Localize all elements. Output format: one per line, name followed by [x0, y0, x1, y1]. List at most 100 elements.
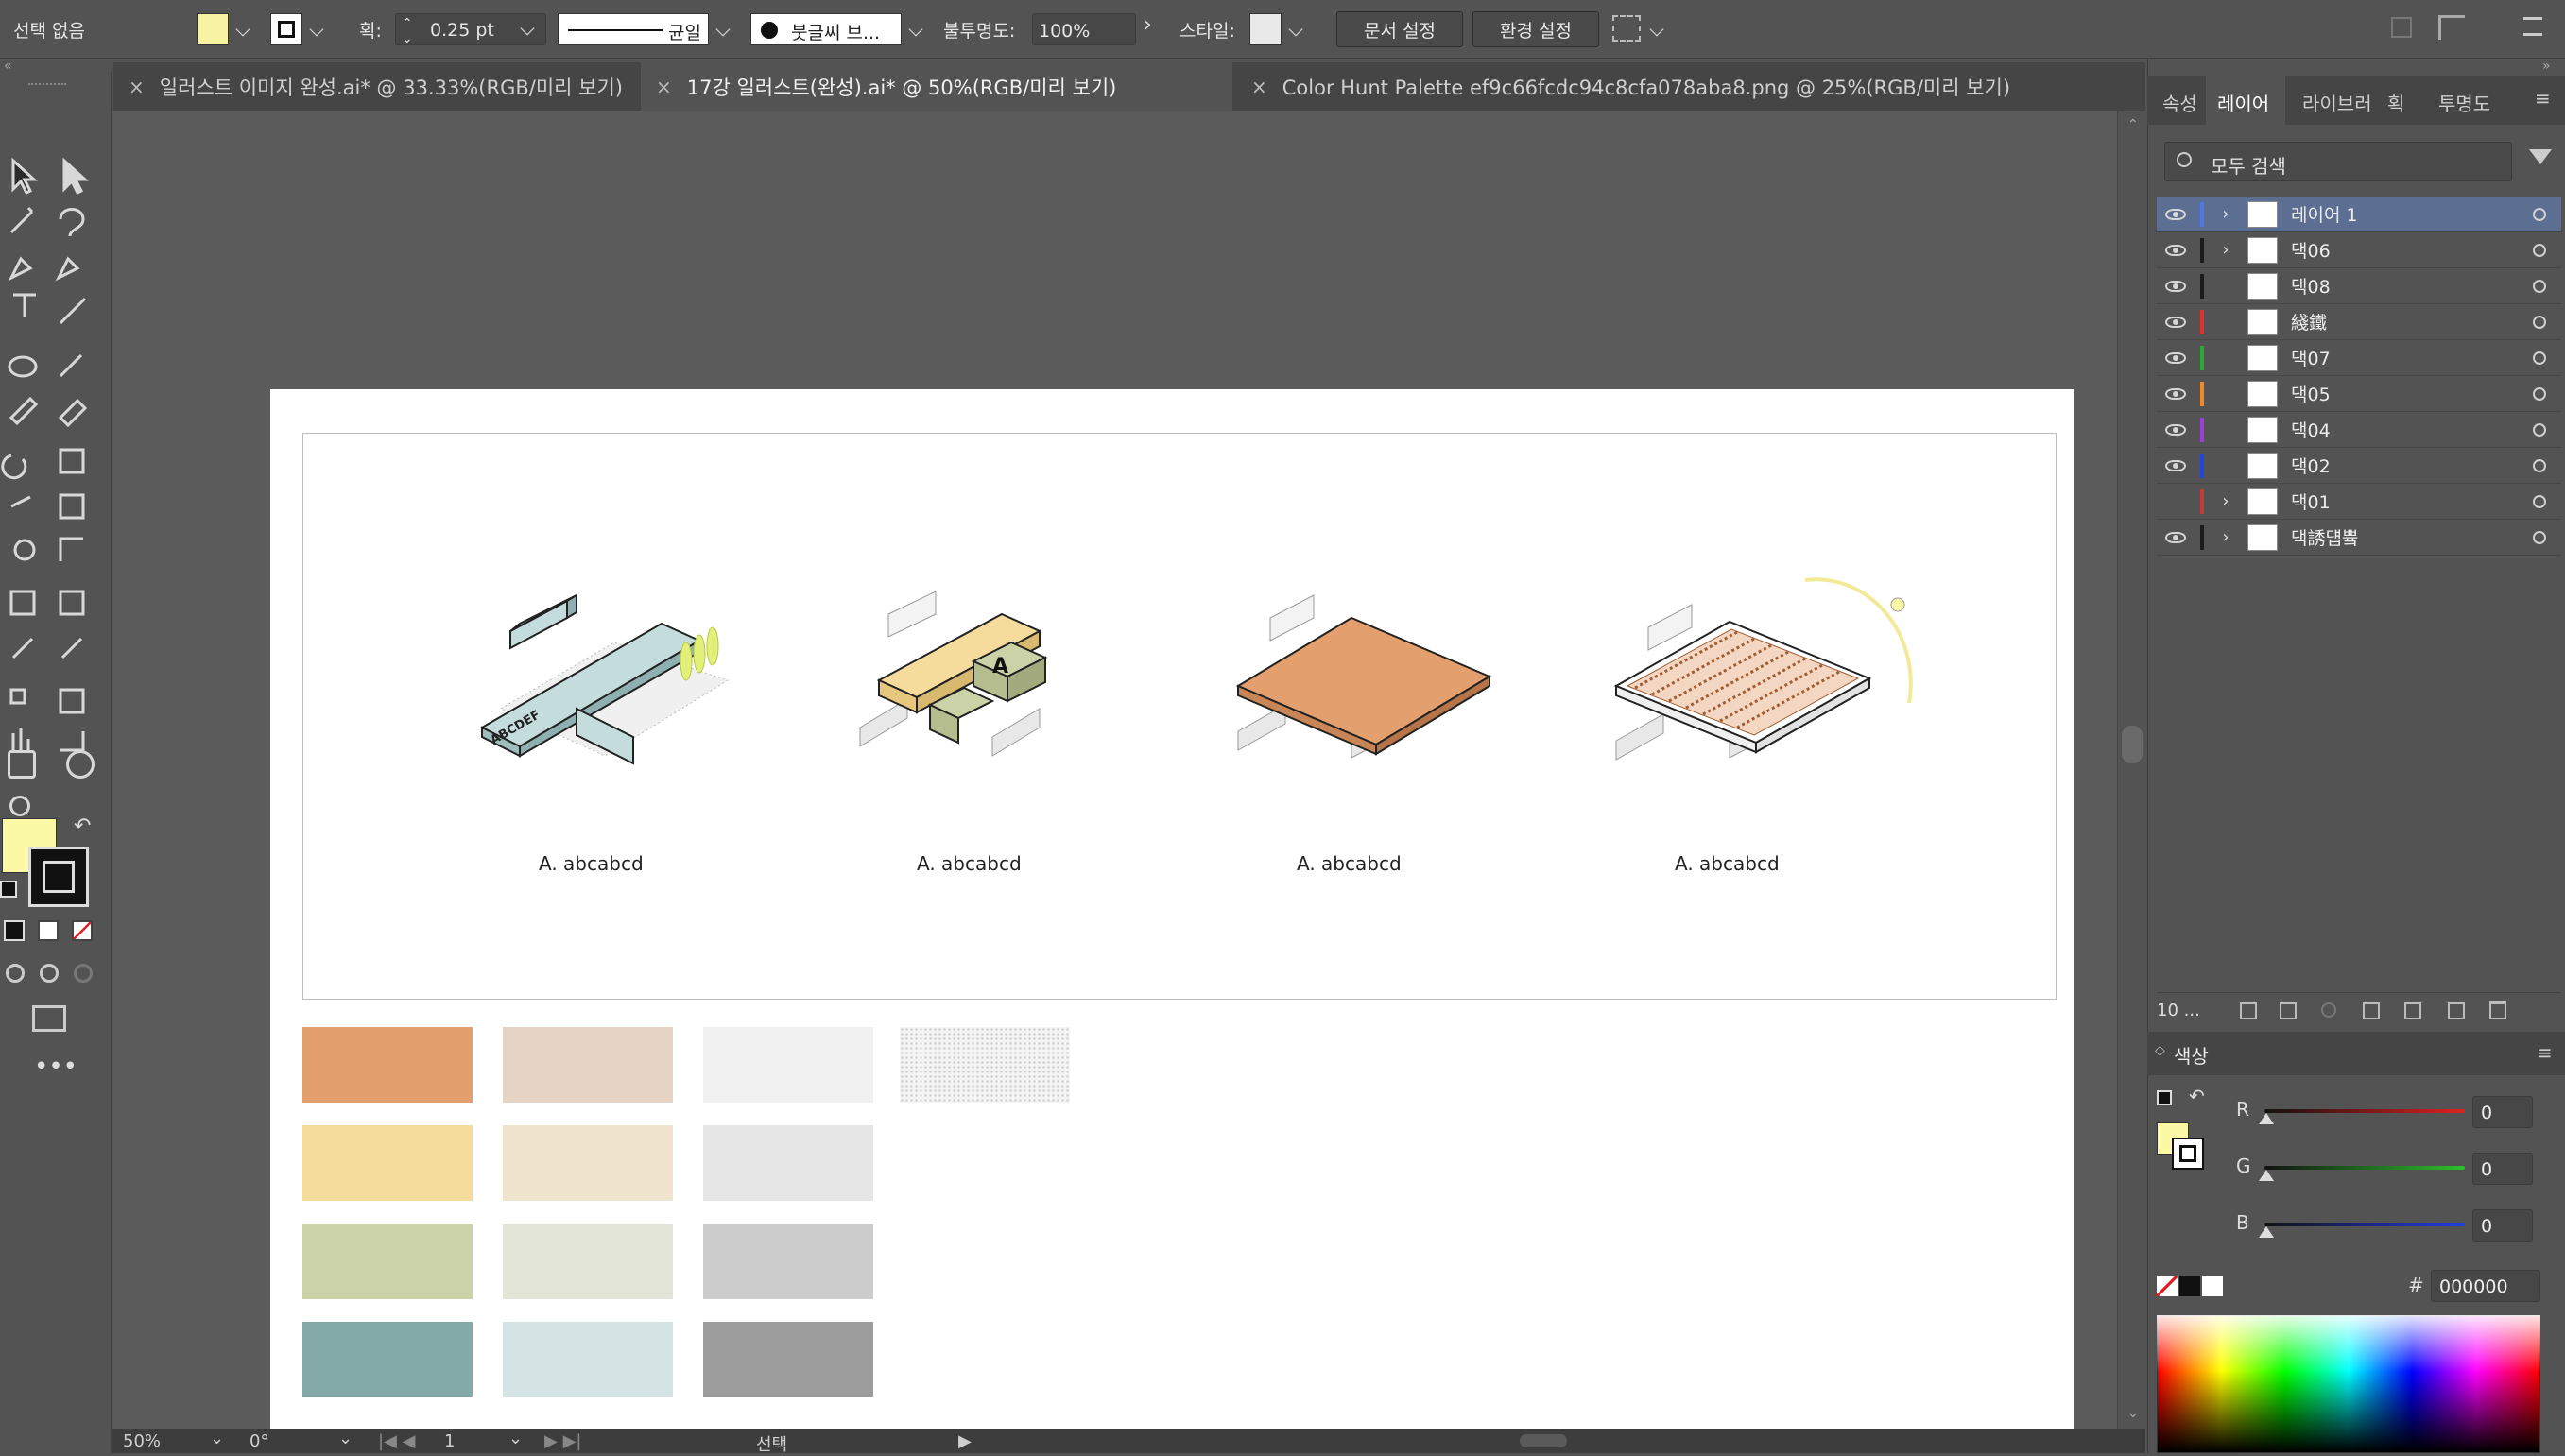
distribute-icon[interactable] — [2438, 15, 2465, 40]
locate-icon[interactable] — [2321, 1002, 2336, 1018]
stroke-color-swatch[interactable] — [270, 13, 302, 45]
rotation-value[interactable]: 0° — [250, 1431, 268, 1451]
palette-swatch[interactable] — [703, 1125, 873, 1201]
style-swatch[interactable] — [1249, 13, 1282, 45]
visibility-eye-icon[interactable] — [2157, 244, 2195, 256]
eyedropper-icon[interactable] — [8, 750, 36, 779]
layer-row[interactable]: 댁05 — [2157, 376, 2561, 412]
b-value-field[interactable]: 0 — [2472, 1209, 2533, 1242]
visibility-eye-icon[interactable] — [2157, 423, 2195, 436]
slider-handle[interactable] — [2259, 1113, 2274, 1124]
chevron-down-icon[interactable] — [519, 20, 536, 37]
layer-row[interactable]: › 레이어 1 — [2157, 197, 2561, 232]
close-icon[interactable]: × — [1251, 76, 1267, 98]
artboard-number[interactable]: 1 — [444, 1431, 455, 1451]
close-icon[interactable]: × — [656, 76, 672, 98]
export-icon[interactable] — [2280, 1002, 2297, 1019]
tab-document-3[interactable]: × Color Hunt Palette ef9c66fcdc94c8cfa07… — [1236, 62, 2010, 111]
palette-swatch[interactable] — [503, 1224, 673, 1299]
tab-transparency[interactable]: 투명도 — [2438, 89, 2490, 116]
slider-handle[interactable] — [2259, 1170, 2274, 1181]
horizontal-scroll-thumb[interactable] — [1520, 1434, 1567, 1447]
target-circle-icon[interactable] — [2533, 494, 2546, 508]
more-tools-icon[interactable]: ••• — [34, 1053, 77, 1081]
vertical-scrollbar[interactable]: ⌃ ⌄ — [2117, 111, 2145, 1436]
preferences-button[interactable]: 환경 설정 — [1472, 11, 1599, 47]
g-slider[interactable] — [2264, 1166, 2465, 1170]
scroll-up-icon[interactable]: ⌃ — [2127, 117, 2139, 132]
black-swatch[interactable] — [2179, 1276, 2200, 1296]
scroll-down-icon[interactable]: ⌄ — [2127, 1406, 2139, 1421]
r-value-field[interactable]: 0 — [2472, 1096, 2533, 1128]
draw-normal-icon[interactable] — [6, 964, 25, 983]
layer-row[interactable]: › 댁06 — [2157, 232, 2561, 268]
palette-swatch[interactable] — [503, 1125, 673, 1201]
default-colors-icon[interactable] — [0, 881, 17, 898]
opacity-field[interactable]: 100% — [1032, 13, 1136, 45]
stroke-swatch[interactable] — [28, 847, 89, 907]
layer-name[interactable]: 댁02 — [2291, 453, 2533, 478]
chevron-down-icon[interactable]: ⌄ — [338, 1429, 353, 1448]
chevron-down-icon[interactable] — [714, 21, 732, 38]
expand-chevron-icon[interactable]: › — [2212, 240, 2240, 260]
screen-mode-icon[interactable] — [32, 1005, 66, 1032]
hand-icon[interactable] — [66, 750, 95, 779]
target-circle-icon[interactable] — [2533, 315, 2546, 329]
zoom-level[interactable]: 50% — [123, 1431, 161, 1451]
target-circle-icon[interactable] — [2533, 386, 2546, 401]
target-circle-icon[interactable] — [2533, 207, 2546, 221]
default-colors-icon[interactable] — [2157, 1090, 2172, 1105]
layer-name[interactable]: 댁07 — [2291, 345, 2533, 370]
layer-name[interactable]: 댁01 — [2291, 488, 2533, 514]
last-artboard-icon[interactable]: ▶ ▶| — [544, 1431, 581, 1451]
none-swatch[interactable] — [2157, 1276, 2178, 1296]
zoom-icon[interactable] — [9, 796, 30, 816]
target-circle-icon[interactable] — [2533, 530, 2546, 544]
chevron-down-icon[interactable] — [1648, 21, 1665, 38]
panel-menu-icon[interactable]: ≡ — [2535, 87, 2551, 110]
filter-icon[interactable] — [2529, 149, 2552, 164]
chevron-down-icon[interactable]: ⌄ — [508, 1429, 523, 1448]
layer-name[interactable]: 댁06 — [2291, 237, 2533, 263]
chevron-down-icon[interactable] — [1287, 21, 1304, 38]
layer-name[interactable]: 댁05 — [2291, 381, 2533, 406]
visibility-eye-icon[interactable] — [2157, 351, 2195, 364]
color-mode-icon[interactable] — [4, 920, 25, 941]
r-slider[interactable] — [2264, 1109, 2465, 1113]
palette-swatch[interactable] — [302, 1224, 473, 1299]
collapse-icon[interactable]: ◇ — [2155, 1043, 2165, 1058]
g-value-field[interactable]: 0 — [2472, 1153, 2533, 1185]
target-circle-icon[interactable] — [2533, 279, 2546, 293]
expand-chevron-icon[interactable]: › — [2212, 527, 2240, 547]
none-mode-icon[interactable] — [72, 920, 93, 941]
tab-stroke[interactable]: 획 — [2387, 89, 2404, 116]
target-circle-icon[interactable] — [2533, 243, 2546, 257]
fill-color-swatch[interactable] — [197, 13, 229, 45]
tab-document-2[interactable]: × 17강 일러스트(완성).ai* @ 50%(RGB/미리 보기) — [641, 62, 1232, 111]
illustration-3[interactable] — [1229, 580, 1503, 769]
hex-field[interactable]: 000000 — [2431, 1270, 2540, 1302]
swap-colors-icon[interactable]: ↶ — [74, 814, 91, 838]
visibility-eye-icon[interactable] — [2157, 459, 2195, 471]
tab-properties[interactable]: 속성 — [2162, 89, 2197, 116]
collapse-panel-icon[interactable]: » — [2542, 59, 2551, 74]
layer-row[interactable]: 댁04 — [2157, 412, 2561, 448]
layer-row[interactable]: › 댁誘덉쁔 — [2157, 520, 2561, 556]
swap-colors-icon[interactable]: ↶ — [2189, 1085, 2205, 1107]
panel-grip[interactable] — [28, 83, 66, 86]
expand-chevron-icon[interactable]: › — [2212, 491, 2240, 511]
visibility-eye-icon[interactable] — [2157, 387, 2195, 400]
stepper-icon[interactable]: ⌃ ⌄ — [402, 16, 413, 46]
mask-icon[interactable] — [2363, 1002, 2380, 1019]
layer-row[interactable]: 댁07 — [2157, 340, 2561, 376]
line-profile-dropdown[interactable]: 균일 — [558, 13, 709, 45]
visibility-eye-icon[interactable] — [2157, 531, 2195, 543]
align-grid-icon[interactable] — [2391, 17, 2412, 38]
arrange-icon[interactable] — [1612, 15, 1641, 42]
palette-swatch[interactable] — [503, 1322, 673, 1397]
brush-dropdown[interactable]: 붓글씨 브... — [750, 13, 902, 45]
palette-swatch[interactable] — [703, 1027, 873, 1103]
palette-swatch[interactable] — [503, 1027, 673, 1103]
new-layer-icon[interactable] — [2448, 1002, 2465, 1019]
target-circle-icon[interactable] — [2533, 458, 2546, 472]
